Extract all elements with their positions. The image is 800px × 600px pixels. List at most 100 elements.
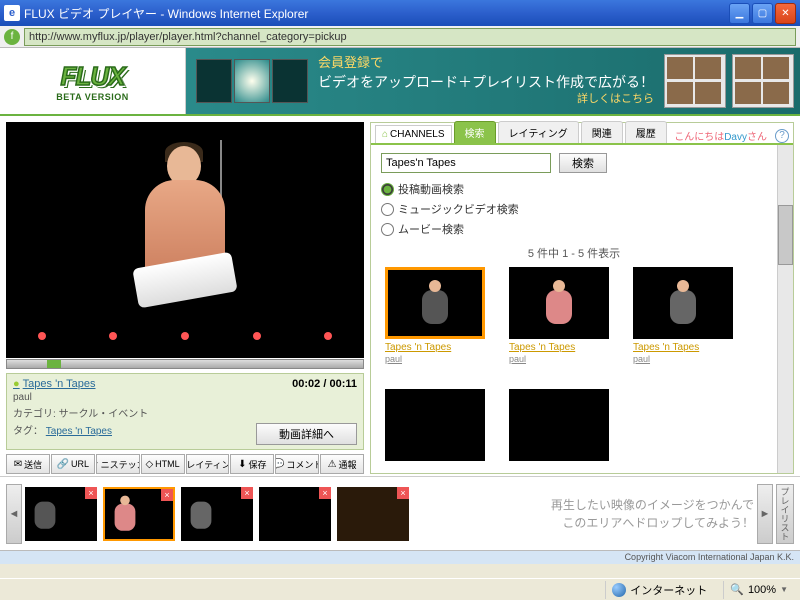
action-send[interactable]: ✉送信: [6, 454, 50, 474]
url-field[interactable]: http://www.myflux.jp/player/player.html?…: [24, 28, 796, 46]
tag-link[interactable]: Tapes 'n Tapes: [46, 426, 112, 437]
radio-music-videos[interactable]: ミュージックビデオ検索: [381, 201, 767, 217]
result-user[interactable]: paul: [633, 354, 650, 364]
greeting: こんにちはDavyさん: [670, 128, 771, 143]
banner-line3: 詳しくはこちら: [318, 92, 654, 107]
banner-text: 会員登録で ビデオをアップロード＋プレイリスト作成で広がる！ 詳しくはこちら: [318, 54, 654, 107]
result-thumbnail[interactable]: [633, 267, 733, 339]
result-title[interactable]: Tapes 'n Tapes: [633, 342, 733, 353]
scrollbar[interactable]: [777, 145, 793, 473]
result-item[interactable]: [385, 389, 485, 461]
search-results: Tapes 'n Tapes paul Tapes 'n Tapes paul …: [381, 267, 767, 461]
copyright: Copyright Viacom International Japan K.K…: [0, 550, 800, 564]
result-thumbnail[interactable]: [509, 389, 609, 461]
action-save[interactable]: ⬇保存: [230, 454, 274, 474]
maximize-button[interactable]: ▢: [752, 3, 773, 24]
strip-thumb[interactable]: ×: [337, 487, 409, 541]
tab-history[interactable]: 履歴: [625, 121, 667, 143]
remove-icon[interactable]: ×: [161, 489, 173, 501]
drop-hint: 再生したい映像のイメージをつかんで このエリアへドロップしてみよう！: [551, 496, 754, 532]
strip-thumb[interactable]: ×: [103, 487, 175, 541]
remove-icon[interactable]: ×: [319, 487, 331, 499]
result-item[interactable]: Tapes 'n Tapes paul: [509, 267, 609, 365]
result-title[interactable]: Tapes 'n Tapes: [385, 342, 485, 353]
globe-icon: [612, 583, 626, 597]
close-button[interactable]: ✕: [775, 3, 796, 24]
logo-subtitle: BETA VERSION: [56, 92, 129, 102]
video-detail-button[interactable]: 動画詳細へ: [256, 423, 357, 445]
video-category: カテゴリ: サークル・イベント: [13, 405, 357, 420]
video-action-bar: ✉送信 🔗URL ★ニステッカ ◇HTML ☆レイティング ⬇保存 💬コメント …: [6, 454, 364, 474]
banner-thumb: [196, 59, 232, 103]
logo[interactable]: FLUX BETA VERSION: [0, 48, 186, 114]
playlist-stack: [664, 54, 726, 108]
playlist-strip: ◄ × × × × × 再生したい映像のイメージをつかんで このエリアへドロップ…: [0, 476, 800, 550]
result-count: 5 件中 1 - 5 件表示: [381, 245, 767, 261]
stage-lights: [6, 332, 364, 340]
action-html[interactable]: ◇HTML: [141, 454, 185, 474]
page-content: FLUX BETA VERSION 会員登録で ビデオをアップロード＋プレイリス…: [0, 48, 800, 564]
strip-prev-button[interactable]: ◄: [6, 484, 22, 544]
video-column: Tapes 'n Tapes 00:02 / 00:11 paul カテゴリ: …: [6, 122, 364, 474]
banner-playlist-preview: [664, 54, 794, 108]
result-item[interactable]: Tapes 'n Tapes paul: [633, 267, 733, 365]
result-item[interactable]: Tapes 'n Tapes paul: [385, 267, 485, 365]
header-banner: FLUX BETA VERSION 会員登録で ビデオをアップロード＋プレイリス…: [0, 48, 800, 116]
action-rating[interactable]: ☆レイティング: [186, 454, 230, 474]
link-icon: 🔗: [57, 459, 69, 470]
tab-search[interactable]: 検索: [454, 121, 496, 143]
remove-icon[interactable]: ×: [397, 487, 409, 499]
tab-related[interactable]: 関連: [581, 121, 623, 143]
remove-icon[interactable]: ×: [85, 487, 97, 499]
result-user[interactable]: paul: [509, 354, 526, 364]
strip-thumbnails: × × × × ×: [25, 487, 409, 541]
result-thumbnail[interactable]: [385, 389, 485, 461]
zoom-control[interactable]: 🔍 100% ▼: [723, 581, 794, 599]
action-report[interactable]: ⚠通報: [320, 454, 364, 474]
minimize-button[interactable]: ▁: [729, 3, 750, 24]
browse-panel: ⌂CHANNELS 検索 レイティング 関連 履歴 こんにちはDavyさん ? …: [370, 122, 794, 474]
comment-icon: 💬: [275, 459, 284, 470]
strip-thumb[interactable]: ×: [25, 487, 97, 541]
tab-rating[interactable]: レイティング: [498, 121, 579, 143]
video-frame: [115, 140, 255, 340]
strip-thumb[interactable]: ×: [259, 487, 331, 541]
radio-posted-videos[interactable]: 投稿動画検索: [381, 181, 767, 197]
seek-bar[interactable]: [6, 359, 364, 369]
scrollbar-thumb[interactable]: [778, 205, 793, 265]
action-comment[interactable]: 💬コメント: [275, 454, 319, 474]
search-input[interactable]: [381, 153, 551, 173]
playlist-tab[interactable]: プレイリスト: [776, 484, 794, 544]
video-meta: Tapes 'n Tapes 00:02 / 00:11 paul カテゴリ: …: [6, 373, 364, 450]
result-title[interactable]: Tapes 'n Tapes: [509, 342, 609, 353]
window-title-bar: e FLUX ビデオ プレイヤー - Windows Internet Expl…: [0, 0, 800, 26]
status-bar: インターネット 🔍 100% ▼: [0, 578, 800, 600]
banner-thumbnails: [196, 59, 308, 103]
save-icon: ⬇: [238, 459, 246, 470]
result-thumbnail[interactable]: [385, 267, 485, 339]
search-button[interactable]: 検索: [559, 153, 607, 173]
radio-movies[interactable]: ムービー検索: [381, 221, 767, 237]
video-title-link[interactable]: Tapes 'n Tapes: [13, 378, 96, 390]
action-url[interactable]: 🔗URL: [51, 454, 95, 474]
channels-button[interactable]: ⌂CHANNELS: [375, 125, 452, 143]
chevron-down-icon: ▼: [780, 585, 788, 594]
banner-line1: 会員登録で: [318, 54, 654, 72]
banner-thumb: [272, 59, 308, 103]
result-user[interactable]: paul: [385, 354, 402, 364]
video-time: 00:02 / 00:11: [292, 378, 357, 390]
video-user[interactable]: paul: [13, 392, 357, 403]
window-title: FLUX ビデオ プレイヤー - Windows Internet Explor…: [24, 5, 729, 22]
remove-icon[interactable]: ×: [241, 487, 253, 499]
playlist-stack: [732, 54, 794, 108]
seek-thumb[interactable]: [47, 360, 61, 368]
result-item[interactable]: [509, 389, 609, 461]
promo-banner[interactable]: 会員登録で ビデオをアップロード＋プレイリスト作成で広がる！ 詳しくはこちら: [186, 48, 800, 114]
strip-thumb[interactable]: ×: [181, 487, 253, 541]
result-thumbnail[interactable]: [509, 267, 609, 339]
help-icon[interactable]: ?: [775, 129, 789, 143]
video-player[interactable]: [6, 122, 364, 358]
ie-icon: e: [4, 5, 20, 21]
action-sticker[interactable]: ★ニステッカ: [96, 454, 140, 474]
strip-next-button[interactable]: ►: [757, 484, 773, 544]
